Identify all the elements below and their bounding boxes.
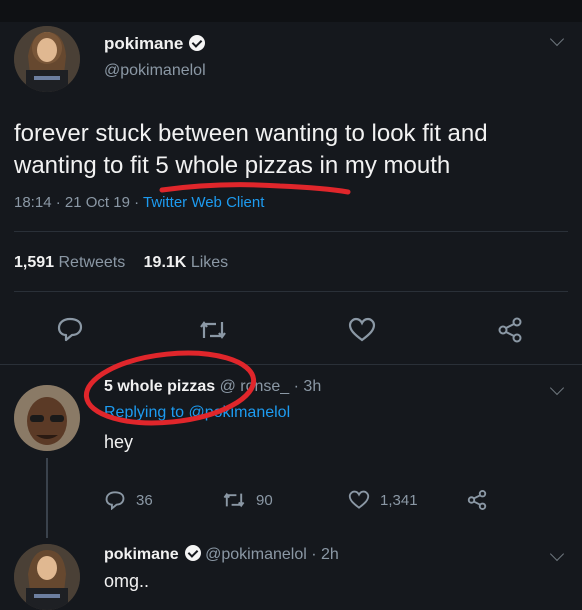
reply2-display-name[interactable]: pokimane [104, 546, 179, 563]
divider [14, 231, 568, 232]
tweet-text-line1: forever stuck between wanting to look fi… [14, 120, 488, 147]
annotation-circle [83, 350, 257, 426]
share-icon [467, 490, 487, 510]
divider [14, 291, 568, 292]
retweet-button[interactable] [198, 318, 228, 342]
chevron-down-icon[interactable] [549, 546, 565, 562]
display-name[interactable]: pokimane [104, 34, 206, 54]
reply2-avatar[interactable] [14, 544, 80, 610]
reply-comment-button[interactable]: 36 [104, 490, 153, 510]
like-button[interactable] [348, 317, 376, 343]
chevron-down-icon[interactable] [549, 31, 565, 47]
retweets-label: Retweets [58, 254, 126, 271]
reply2-handle-time[interactable]: @pokimanelol · 2h [205, 546, 339, 563]
reply2-text: omg.. [104, 571, 150, 591]
likes-count: 19.1K [143, 254, 187, 271]
reply-icon [57, 317, 83, 342]
retweets-count: 1,591 [14, 254, 55, 271]
reply-retweet-button[interactable]: 90 [222, 490, 273, 510]
top-bar [0, 0, 582, 22]
tweet-text: forever stuck between wanting to look fi… [14, 118, 488, 182]
engagement-stats: 1,591 Retweets 19.1K Likes [14, 254, 228, 272]
verified-badge-icon [184, 545, 201, 561]
likes-stat[interactable]: 19.1K Likes [144, 254, 229, 271]
reply-icon [105, 491, 125, 510]
like-icon [348, 490, 370, 509]
verified-badge-icon [189, 35, 206, 51]
annotation-underline [159, 182, 351, 195]
chevron-down-icon[interactable] [549, 380, 565, 396]
reply-share-button[interactable] [466, 489, 488, 511]
reply-avatar[interactable] [14, 385, 80, 451]
reply-like-button[interactable]: 1,341 [348, 490, 418, 510]
reply2-header: pokimane @pokimanelol · 2h [104, 545, 339, 564]
reply-comments-count: 36 [136, 491, 153, 509]
reply2-avatar-image [14, 544, 80, 610]
avatar[interactable] [14, 26, 80, 92]
reply-likes-count: 1,341 [380, 491, 418, 509]
thread-line [46, 458, 48, 538]
retweet-icon [200, 321, 226, 339]
reply-retweets-count: 90 [256, 491, 273, 509]
display-name-text: pokimane [104, 34, 184, 53]
share-icon [498, 317, 522, 343]
reply-avatar-image [14, 385, 80, 451]
retweet-icon [223, 492, 245, 508]
timestamp[interactable]: 18:14 · 21 Oct 19 · [14, 194, 139, 211]
likes-label: Likes [190, 254, 229, 271]
reply-button[interactable] [56, 316, 84, 342]
handle[interactable]: @pokimanelol [104, 62, 206, 80]
avatar-image [14, 26, 80, 92]
like-icon [348, 317, 376, 342]
share-button[interactable] [496, 316, 524, 344]
retweets-stat[interactable]: 1,591 Retweets [14, 254, 125, 271]
